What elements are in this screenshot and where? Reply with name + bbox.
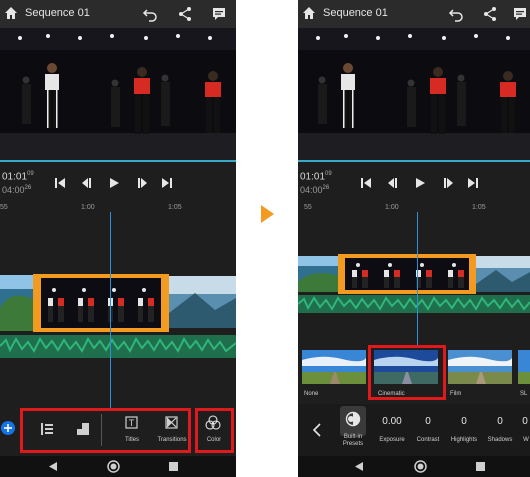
undo-icon[interactable] [448, 6, 464, 22]
exposure-value: 0.00 [382, 416, 402, 427]
share-icon[interactable] [482, 6, 498, 22]
app-header: Sequence 01 [298, 0, 530, 28]
dance-video-frame [0, 28, 236, 160]
recents-nav-icon[interactable] [169, 462, 178, 471]
svg-text:T: T [129, 418, 135, 428]
presets-icon [345, 411, 361, 427]
step-arrow-icon [261, 205, 274, 223]
contrast-value: 0 [425, 416, 431, 427]
comment-icon[interactable] [211, 6, 227, 22]
android-nav-bar [298, 456, 530, 477]
add-media-button[interactable] [0, 420, 16, 436]
highlights-label: Highlights [450, 437, 478, 443]
titles-icon: T [125, 416, 138, 429]
home-nav-icon[interactable] [413, 459, 428, 474]
preset-film-label: Film [450, 391, 462, 397]
shadows-label: Shadows [487, 437, 513, 443]
crop-icon[interactable] [76, 422, 90, 436]
dance-video-frame [298, 28, 530, 160]
playhead[interactable] [110, 212, 111, 408]
extra-label: W [523, 437, 529, 443]
video-preview[interactable] [0, 28, 236, 162]
clip-landscape-left[interactable] [298, 256, 340, 292]
timeline[interactable] [298, 250, 530, 318]
step-forward-icon[interactable] [444, 178, 453, 188]
extra-value: 0 [522, 416, 528, 427]
transitions-label: Transitions [157, 437, 187, 443]
preset-sl-thumb[interactable] [518, 350, 530, 384]
color-icon [205, 415, 221, 430]
sequence-title: Sequence 01 [323, 7, 388, 19]
ruler-tick: 1:05 [168, 204, 182, 211]
transitions-icon [165, 416, 178, 429]
exposure-label: Exposure [379, 437, 405, 443]
share-icon[interactable] [177, 6, 193, 22]
shadows-value: 0 [497, 416, 503, 427]
recents-nav-icon[interactable] [476, 462, 485, 471]
video-preview[interactable] [298, 28, 530, 162]
play-icon[interactable] [110, 178, 119, 188]
undo-icon[interactable] [142, 6, 158, 22]
highlight-cinematic-preset [368, 345, 446, 400]
android-nav-bar [0, 456, 236, 477]
home-nav-icon[interactable] [106, 459, 121, 474]
builtin-presets-label: Built-in Presets [342, 434, 364, 447]
duration-timecode: 04:0026 [300, 185, 330, 195]
transport-controls [361, 178, 478, 188]
color-label: Color [206, 437, 222, 443]
playhead[interactable] [417, 212, 418, 348]
timeline[interactable] [0, 218, 236, 388]
back-nav-icon[interactable] [354, 461, 364, 472]
app-header: Sequence 01 [0, 0, 236, 28]
color-adjust-bar [298, 404, 530, 456]
home-icon[interactable] [4, 6, 18, 20]
current-timecode: 01:0109 [2, 171, 34, 183]
preset-film-thumb[interactable] [448, 350, 512, 384]
ruler-tick: 1:05 [472, 204, 486, 211]
step-back-icon[interactable] [82, 178, 91, 188]
home-icon[interactable] [302, 6, 316, 20]
highlights-value: 0 [461, 416, 467, 427]
preset-none-label: None [304, 391, 319, 397]
clip-landscape-right[interactable] [476, 256, 530, 292]
titles-label: Titles [124, 437, 140, 443]
phone-screen-before: Sequence 01 01:0109 04:0026 55 1:00 1:05… [0, 0, 236, 477]
preset-none-thumb[interactable] [302, 350, 366, 384]
current-timecode: 01:0109 [300, 171, 332, 183]
transport-controls [55, 178, 172, 188]
clip-dance-selected[interactable] [33, 274, 169, 332]
ruler-tick: 55 [0, 204, 8, 211]
jump-end-icon[interactable] [468, 178, 478, 188]
ruler-tick: 55 [304, 204, 312, 211]
ruler-tick: 1:00 [385, 204, 399, 211]
comment-icon[interactable] [512, 6, 528, 22]
duration-timecode: 04:0026 [2, 185, 32, 195]
clip-dance-selected[interactable] [338, 254, 476, 294]
jump-start-icon[interactable] [361, 178, 371, 188]
back-nav-icon[interactable] [48, 461, 58, 472]
step-forward-icon[interactable] [138, 178, 147, 188]
track-list-icon[interactable] [40, 422, 54, 436]
ruler-tick: 1:00 [81, 204, 95, 211]
clip-landscape-right[interactable] [169, 276, 236, 328]
preset-sl-label: SL [520, 391, 528, 397]
contrast-label: Contrast [416, 437, 440, 443]
clip-landscape-left[interactable] [0, 275, 34, 331]
phone-screen-after: Sequence 01 01:0109 04:0026 55 1:00 1:05… [298, 0, 530, 477]
jump-end-icon[interactable] [162, 178, 172, 188]
back-chevron-icon[interactable] [312, 423, 321, 437]
jump-start-icon[interactable] [55, 178, 65, 188]
toolbar-divider [101, 414, 102, 446]
step-back-icon[interactable] [388, 178, 397, 188]
sequence-title: Sequence 01 [25, 7, 90, 19]
play-icon[interactable] [416, 178, 425, 188]
